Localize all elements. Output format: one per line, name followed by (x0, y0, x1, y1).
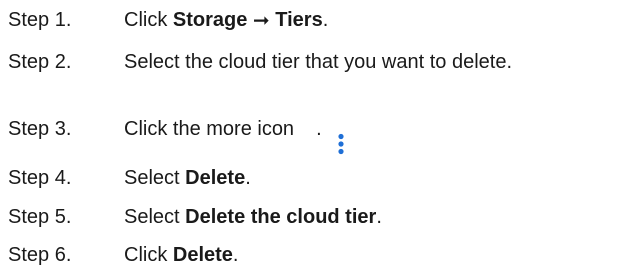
menu-label-tiers: Tiers (275, 8, 323, 31)
step-period: . (245, 166, 251, 189)
step-text: Select (124, 166, 186, 189)
step-text: Select the cloud tier that you want to d… (124, 50, 513, 73)
step-number: Step 3. (8, 117, 72, 140)
step-period: . (316, 117, 322, 140)
step-number: Step 2. (8, 50, 72, 73)
step-instruction: Click Delete . (124, 238, 238, 272)
step-instruction: Click Storage ➞ Tiers . (124, 3, 328, 37)
option-label-delete: Delete (185, 166, 246, 189)
step-number: Step 1. (8, 8, 72, 31)
step-text: Select (124, 205, 186, 228)
step-number: Step 6. (8, 243, 72, 266)
step-2: Step 2. Select the cloud tier that you w… (0, 45, 642, 79)
button-label-delete: Delete (172, 243, 233, 266)
step-6: Step 6. Click Delete . (0, 238, 642, 272)
step-1: Step 1. Click Storage ➞ Tiers . (0, 3, 642, 37)
step-period: . (322, 8, 329, 31)
step-instruction: Select the cloud tier that you want to d… (124, 45, 512, 79)
step-4: Step 4. Select Delete . (0, 161, 642, 195)
step-instruction: Select Delete . (124, 161, 251, 195)
step-text: Click the more icon (124, 117, 295, 140)
step-text: Click (124, 8, 173, 31)
step-number: Step 4. (8, 166, 72, 189)
menu-label-storage: Storage (172, 8, 248, 31)
step-period: . (376, 205, 382, 228)
step-period: . (232, 243, 239, 266)
option-label-delete-cloud-tier: Delete the cloud tier (185, 205, 377, 228)
vertical-ellipsis-icon (304, 110, 345, 155)
step-instruction: Click the more icon . (124, 110, 345, 155)
step-3: Step 3. Click the more icon . (0, 110, 642, 155)
step-text: Click (124, 243, 173, 266)
step-instruction: Select Delete the cloud tier . (124, 200, 382, 234)
arrow-icon: ➞ (252, 9, 270, 32)
step-5: Step 5. Select Delete the cloud tier . (0, 200, 642, 234)
step-number: Step 5. (8, 205, 72, 228)
